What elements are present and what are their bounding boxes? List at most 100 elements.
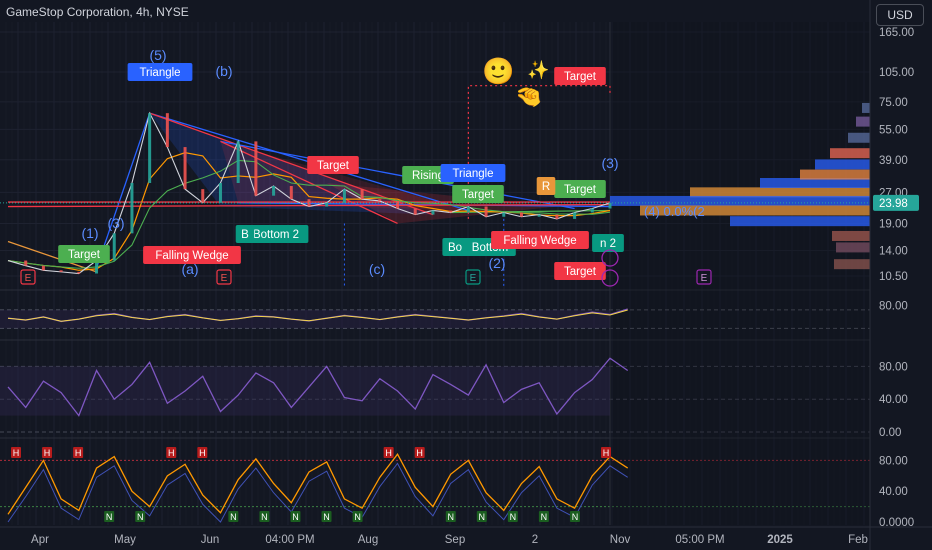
osc-tick-label: 80.00: [879, 455, 908, 467]
osc-marker: N: [323, 512, 330, 522]
price-candle: [573, 212, 577, 219]
time-tick-label: 2025: [767, 534, 793, 546]
price-candle: [272, 186, 276, 196]
osc-marker: N: [261, 512, 268, 522]
wave-label: (3): [601, 155, 618, 171]
osc-marker: N: [230, 512, 237, 522]
rsi-tick-label: 80.00: [879, 300, 908, 312]
volume-profile-bar: [690, 187, 870, 198]
price-candle: [342, 189, 346, 203]
osc-marker: H: [603, 448, 610, 458]
rsi-band: [0, 309, 610, 329]
pattern-label: Target: [564, 266, 597, 278]
earnings-marker: E: [25, 273, 32, 284]
pattern-label: Falling Wedge: [503, 235, 576, 247]
osc-marker: H: [385, 448, 392, 458]
price-tick-label: 19.00: [879, 218, 908, 230]
price-candle: [396, 200, 400, 209]
pattern-label: R: [542, 181, 550, 193]
price-candle: [466, 206, 470, 213]
volume-profile-bar: [848, 132, 870, 143]
volume-profile-bar: [856, 116, 870, 127]
price-candle: [218, 183, 222, 203]
time-tick-label: Nov: [610, 534, 631, 546]
price-candle: [148, 113, 152, 184]
time-tick-label: Apr: [31, 534, 49, 546]
chart-canvas[interactable]: Triangle Falling Wedge Target Target Target T…: [0, 0, 932, 550]
price-candle: [24, 260, 28, 266]
osc-marker: H: [44, 448, 51, 458]
volume-profile-bar: [800, 169, 870, 180]
osc-marker: N: [479, 512, 486, 522]
price-tick-label: 55.00: [879, 124, 908, 136]
pattern-label: Triangle: [452, 168, 493, 180]
price-candle: [254, 141, 258, 196]
price-candle: [112, 233, 116, 261]
price-candle: [519, 212, 523, 217]
volume-profile-bar: [834, 259, 870, 270]
earnings-marker: E: [221, 273, 228, 284]
pinch-hand-icon: 🤏: [515, 84, 542, 109]
price-candle: [360, 189, 364, 200]
volume-profile-bar: [730, 216, 870, 227]
price-candle: [608, 202, 612, 209]
pattern-label: Target: [68, 249, 101, 261]
time-tick-label: 05:00 PM: [675, 534, 724, 546]
price-candle: [59, 270, 63, 272]
pattern-label: Target: [564, 184, 597, 196]
osc-marker: N: [354, 512, 361, 522]
time-tick-label: Feb: [848, 534, 868, 546]
wave-label: (a): [181, 261, 198, 277]
volume-profile-bar: [862, 102, 870, 113]
osc-marker: H: [13, 448, 20, 458]
time-tick-label: Sep: [445, 534, 465, 546]
price-candle: [236, 141, 240, 184]
grid: [0, 22, 870, 525]
pattern-label: Target: [564, 71, 597, 83]
price-candle: [449, 210, 453, 213]
time-tick-label: May: [114, 534, 136, 546]
earnings-marker: E: [470, 273, 477, 284]
pattern-label: Rising: [412, 170, 444, 182]
price-candle: [484, 206, 488, 217]
osc-tick-label: 40.00: [879, 486, 908, 498]
price-candle: [41, 265, 45, 271]
price-tick-label: 105.00: [879, 67, 914, 79]
osc-marker: N: [447, 512, 454, 522]
price-candle: [77, 271, 81, 274]
time-tick-label: Aug: [358, 534, 378, 546]
volume-profile-bar: [830, 148, 870, 159]
wave-label: (3): [107, 215, 124, 231]
pattern-label: Bo: [448, 242, 462, 254]
price-candle: [130, 183, 134, 234]
wave-label: (5): [149, 47, 166, 63]
price-candle: [289, 186, 293, 200]
wave-label: (c): [369, 261, 385, 277]
last-price-label: 23.98: [879, 198, 908, 210]
stoch-tick-label: 0.00: [879, 427, 901, 439]
price-tick-label: 39.00: [879, 155, 908, 167]
price-tick-label: 75.00: [879, 97, 908, 109]
earnings-marker: E: [701, 273, 708, 284]
price-candle: [537, 214, 541, 217]
future-region: [610, 22, 870, 525]
pattern-label: Triangle: [139, 67, 180, 79]
price-candle: [201, 189, 205, 203]
osc-marker: N: [137, 512, 144, 522]
time-tick-label: 2: [532, 534, 538, 546]
osc-marker: H: [168, 448, 175, 458]
sparkles-icon: ✨: [527, 60, 549, 80]
price-candle: [431, 210, 435, 215]
wave-label: (2): [488, 255, 505, 271]
osc-marker: N: [106, 512, 113, 522]
volume-profile-note: (4) 0.0%(2: [644, 204, 705, 219]
time-tick-label: 04:00 PM: [265, 534, 314, 546]
price-tick-label: 10.50: [879, 271, 908, 283]
wave-label: (1): [81, 225, 98, 241]
price-candle: [413, 208, 417, 215]
stoch-tick-label: 80.00: [879, 361, 908, 373]
price-candle: [502, 212, 506, 217]
price-tick-label: 165.00: [879, 27, 914, 39]
price-tick-label: 14.00: [879, 246, 908, 258]
wave-label: (b): [215, 63, 232, 79]
